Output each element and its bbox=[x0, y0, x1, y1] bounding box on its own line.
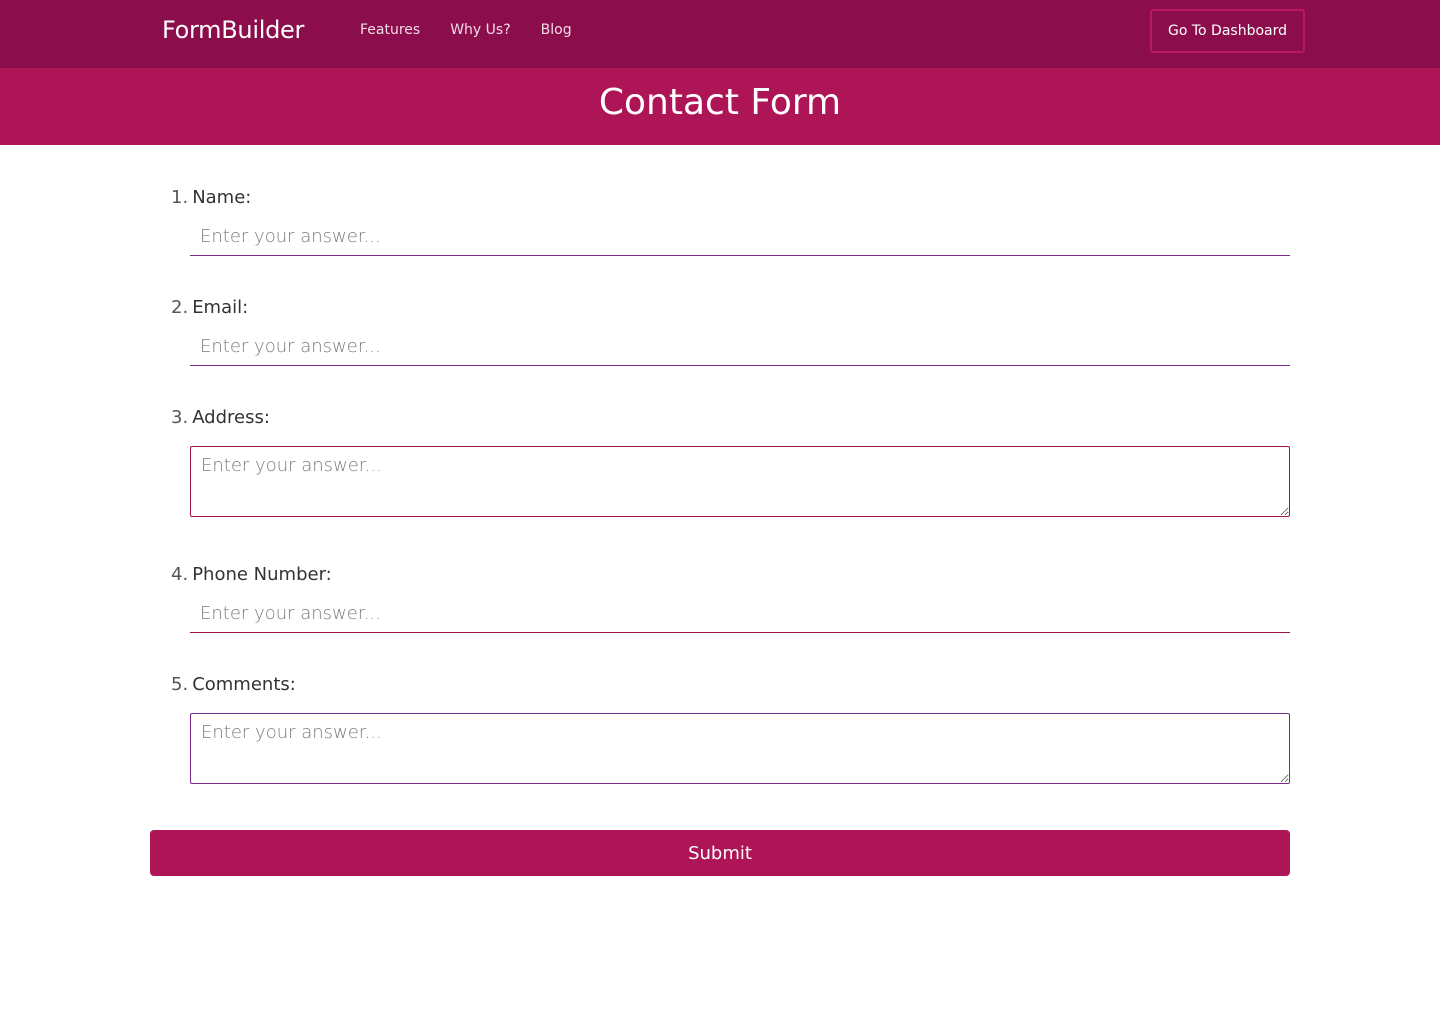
question-label: 5. Comments: bbox=[171, 672, 296, 698]
submit-button[interactable]: Submit bbox=[150, 830, 1290, 876]
question-number: 4. bbox=[171, 564, 189, 585]
question-number: 2. bbox=[171, 297, 189, 318]
brand-logo[interactable]: FormBuilder bbox=[162, 14, 304, 46]
page-title: Contact Form bbox=[598, 82, 842, 123]
phone-number-input[interactable] bbox=[190, 595, 1290, 633]
title-banner: Contact Form bbox=[0, 68, 1440, 145]
question-text: Comments: bbox=[192, 674, 296, 695]
nav-link-features[interactable]: Features bbox=[360, 20, 420, 40]
question-label: 3. Address: bbox=[171, 405, 270, 431]
question-label: 4. Phone Number: bbox=[171, 562, 332, 588]
question-text: Address: bbox=[192, 407, 270, 428]
go-to-dashboard-button[interactable]: Go To Dashboard bbox=[1150, 9, 1305, 53]
name-input[interactable] bbox=[190, 218, 1290, 256]
question-text: Phone Number: bbox=[192, 564, 332, 585]
question-number: 5. bbox=[171, 674, 189, 695]
question-number: 1. bbox=[171, 187, 189, 208]
question-label: 2. Email: bbox=[171, 295, 248, 321]
question-label: 1. Name: bbox=[171, 185, 251, 211]
navbar: FormBuilder Features Why Us? Blog Go To … bbox=[0, 0, 1440, 68]
address-textarea[interactable] bbox=[190, 446, 1290, 517]
nav-link-why-us[interactable]: Why Us? bbox=[450, 20, 510, 40]
nav-link-blog[interactable]: Blog bbox=[541, 20, 572, 40]
question-number: 3. bbox=[171, 407, 189, 428]
nav-links: Features Why Us? Blog bbox=[360, 20, 572, 40]
comments-textarea[interactable] bbox=[190, 713, 1290, 784]
email-input[interactable] bbox=[190, 328, 1290, 366]
question-text: Name: bbox=[192, 187, 252, 208]
question-text: Email: bbox=[192, 297, 249, 318]
